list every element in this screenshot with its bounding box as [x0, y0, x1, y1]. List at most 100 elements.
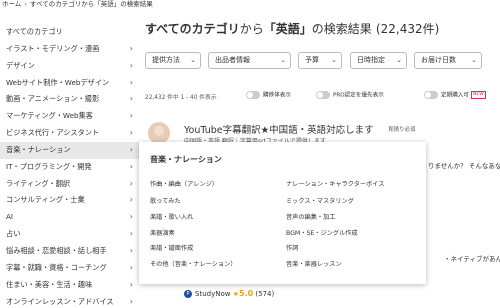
rating-score: 5.0	[238, 289, 254, 298]
sidebar-item-consulting[interactable]: コンサルティング・士業 ›	[0, 192, 139, 209]
sidebar-item-counseling[interactable]: 悩み相談・恋愛相談・話し相手 ›	[0, 243, 139, 260]
sidebar-item-label: 字幕・就職・資格・コーチング	[6, 262, 107, 272]
sidebar-item-lifestyle[interactable]: 住まい・美容・生活・趣味 ›	[0, 277, 139, 294]
seller-rating: P StudyNow ★5.0 (574)	[184, 289, 274, 298]
chevron-right-icon: ›	[129, 212, 133, 222]
sidebar-item-web[interactable]: Webサイト制作・Webデザイン ›	[0, 75, 139, 92]
chevron-right-icon: ›	[129, 111, 133, 121]
toggle-row-subscription[interactable]: 定期購入可 NEW	[424, 91, 486, 100]
avatar[interactable]	[148, 122, 170, 144]
chevron-right-icon: ›	[129, 144, 133, 154]
chevron-right-icon: ›	[129, 161, 133, 171]
category-flyout: 音楽・ナレーション 作曲・編曲（アレンジ） 歌ってみた 楽譜・歌い入れ 楽器演奏…	[139, 142, 426, 284]
page-title: すべてのカテゴリから「英語」の検索結果 (22,432件)	[145, 20, 439, 37]
chevron-right-icon: ›	[129, 178, 133, 188]
flyout-item-cover-singing[interactable]: 歌ってみた	[150, 196, 181, 205]
sidebar-item-label: デザイン	[6, 60, 35, 70]
sidebar-item-label: 動画・アニメーション・撮影	[6, 94, 100, 104]
sidebar-item-label: マーケティング・Web集客	[6, 111, 93, 121]
filter-label: 予算	[305, 56, 319, 64]
chevron-down-icon: ⌄	[190, 56, 196, 64]
flyout-item-audio-editing[interactable]: 音声の編集・加工	[286, 212, 336, 221]
sidebar-item-label: ライティング・翻訳	[6, 178, 71, 188]
seller-name[interactable]: StudyNow	[195, 290, 230, 298]
chevron-down-icon: ⌄	[471, 56, 477, 64]
filter-label: お届け日数	[421, 56, 456, 64]
filter-delivery-days[interactable]: お届け日数 ⌄	[414, 52, 482, 69]
sidebar-item-lessons[interactable]: オンラインレッスン・アドバイス ›	[0, 294, 139, 308]
filter-date[interactable]: 日時指定 ⌄	[350, 52, 407, 69]
result-description-peek: りませんか？ そんなあな	[428, 162, 500, 170]
filter-delivery-method[interactable]: 提供方法 ⌄	[145, 52, 201, 69]
chevron-right-icon: ›	[129, 296, 133, 306]
chevron-right-icon: ›	[129, 128, 133, 138]
chevron-right-icon: ›	[129, 279, 133, 289]
sidebar-item-writing[interactable]: ライティング・翻訳 ›	[0, 176, 139, 193]
toggle-switch[interactable]	[246, 91, 260, 99]
toggle-label: 購移体表示	[263, 92, 291, 99]
sidebar-item-design[interactable]: デザイン ›	[0, 58, 139, 75]
result-title[interactable]: YouTube字幕翻訳★中国語・英語対応します	[184, 122, 374, 136]
sidebar-item-label: オンラインレッスン・アドバイス	[6, 296, 114, 306]
flyout-item-vocal-recording[interactable]: 楽譜・歌い入れ	[150, 212, 193, 221]
sidebar-item-label: 住まい・美容・生活・趣味	[6, 279, 93, 289]
category-sidebar: すべてのカテゴリ イラスト・モデリング・漫画 › デザイン › Webサイト制作・W…	[0, 24, 139, 308]
sidebar-item-label: コンサルティング・士業	[6, 195, 85, 205]
seller-logo-icon: P	[184, 290, 192, 298]
chevron-right-icon: ›	[129, 43, 133, 53]
chevron-right-icon: ›	[129, 60, 133, 70]
filter-budget[interactable]: 予算 ⌄	[298, 52, 342, 69]
sidebar-item-video[interactable]: 動画・アニメーション・撮影 ›	[0, 91, 139, 108]
flyout-item-score[interactable]: 楽譜・譜面作成	[150, 243, 193, 252]
flyout-item-narration[interactable]: ナレーション・キャラクターボイス	[286, 179, 384, 188]
breadcrumb-separator: ›	[24, 0, 27, 8]
flyout-item-bgm[interactable]: BGM・SE・ジングル作成	[286, 228, 358, 237]
title-category: すべてのカテゴリ	[145, 22, 240, 36]
toggle-switch[interactable]	[424, 91, 438, 99]
title-suffix: の検索結果	[311, 22, 372, 36]
toggle-row-pro[interactable]: PRO認定を優先表示	[316, 91, 384, 100]
sidebar-item-marketing[interactable]: マーケティング・Web集客 ›	[0, 108, 139, 125]
chevron-down-icon: ⌄	[331, 56, 337, 64]
sidebar-item-career[interactable]: 字幕・就職・資格・コーチング ›	[0, 260, 139, 277]
chevron-right-icon: ›	[129, 77, 133, 87]
chevron-down-icon: ⌄	[280, 56, 286, 64]
filter-label: 出品者情報	[215, 56, 250, 64]
result-total: (22,432件)	[375, 22, 440, 36]
toggle-row-1[interactable]: 購移体表示	[246, 91, 291, 100]
sidebar-item-label: ビジネス代行・アシスタント	[6, 128, 100, 138]
sidebar-item-business[interactable]: ビジネス代行・アシスタント ›	[0, 125, 139, 142]
filter-seller-info[interactable]: 出品者情報 ⌄	[208, 52, 291, 69]
sidebar-item-label: イラスト・モデリング・漫画	[6, 43, 100, 53]
flyout-item-composition[interactable]: 作曲・編曲（アレンジ）	[150, 179, 218, 188]
sidebar-item-it[interactable]: IT・プログラミング・開発 ›	[0, 159, 139, 176]
sidebar-item-ai[interactable]: AI ›	[0, 209, 139, 226]
flyout-item-instrument[interactable]: 楽器演奏	[150, 228, 175, 237]
flyout-item-lyrics[interactable]: 作詞	[286, 243, 298, 252]
sidebar-item-label: 悩み相談・恋愛相談・話し相手	[6, 245, 107, 255]
toggle-label: 定期購入可	[441, 92, 469, 99]
flyout-title: 音楽・ナレーション	[150, 155, 222, 164]
rating-count: (574)	[255, 290, 275, 298]
breadcrumb-current: すべてのカテゴリから「英語」の検索結果	[29, 0, 153, 8]
sidebar-item-label: AI	[6, 212, 14, 222]
flyout-item-mixing[interactable]: ミックス・マスタリング	[286, 196, 354, 205]
sidebar-item-all[interactable]: すべてのカテゴリ	[0, 24, 139, 41]
flyout-item-music-lessons[interactable]: 音楽・楽器レッスン	[286, 259, 342, 268]
chevron-right-icon: ›	[129, 195, 133, 205]
chevron-right-icon: ›	[129, 94, 133, 104]
breadcrumb-home[interactable]: ホーム	[2, 0, 21, 8]
filter-label: 日時指定	[357, 56, 385, 64]
toggle-switch[interactable]	[316, 91, 330, 99]
flyout-item-other[interactable]: その他（音楽・ナレーション）	[150, 259, 237, 268]
sidebar-item-music[interactable]: 音楽・ナレーション ›	[0, 141, 139, 159]
sidebar-item-label: すべてのカテゴリ	[6, 27, 63, 36]
title-keyword: 「英語」	[263, 22, 312, 36]
sidebar-item-illustration[interactable]: イラスト・モデリング・漫画 ›	[0, 41, 139, 58]
toggle-label: PRO認定を優先表示	[333, 92, 384, 99]
chevron-down-icon: ⌄	[396, 56, 402, 64]
sidebar-item-fortune[interactable]: 占い ›	[0, 226, 139, 243]
filter-label: 提供方法	[152, 56, 180, 64]
chevron-right-icon: ›	[129, 262, 133, 272]
sidebar-item-label: 占い	[6, 229, 21, 239]
